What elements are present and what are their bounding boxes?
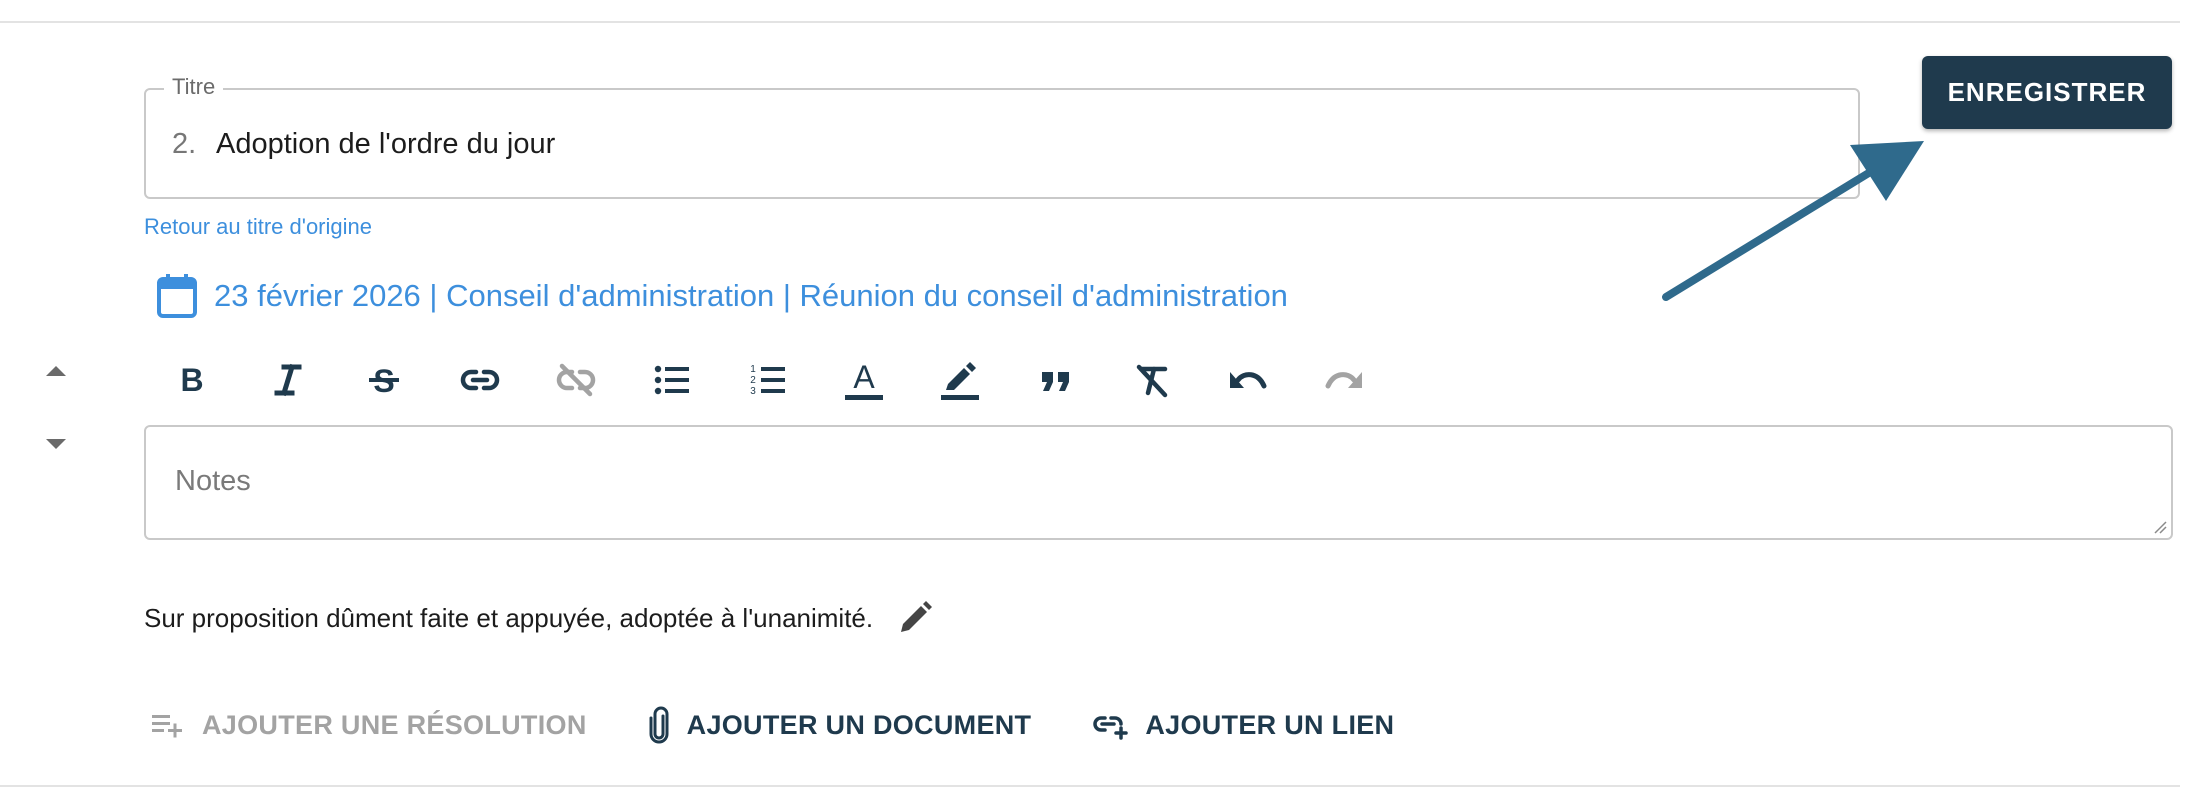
- redo-icon[interactable]: [1316, 355, 1372, 405]
- add-document-button[interactable]: AJOUTER UN DOCUMENT: [647, 706, 1032, 744]
- strikethrough-icon[interactable]: S: [356, 355, 412, 405]
- resolution-text: Sur proposition dûment faite et appuyée,…: [144, 602, 874, 633]
- add-link-label: AJOUTER UN LIEN: [1145, 709, 1395, 740]
- italic-icon[interactable]: [260, 355, 316, 405]
- edit-pencil-icon[interactable]: [895, 598, 935, 638]
- add-resolution-label: AJOUTER UNE RÉSOLUTION: [202, 709, 587, 740]
- numbered-list-icon[interactable]: 123: [740, 355, 796, 405]
- meeting-info[interactable]: 23 février 2026 | Conseil d'administrati…: [156, 272, 1288, 320]
- save-button[interactable]: ENREGISTRER: [1922, 56, 2172, 129]
- playlist-add-icon: [152, 715, 182, 738]
- title-input[interactable]: Adoption de l'ordre du jour: [216, 128, 555, 161]
- annotation-arrow: [1662, 141, 1924, 301]
- add-link-button[interactable]: AJOUTER UN LIEN: [1091, 710, 1394, 741]
- quote-icon[interactable]: [1028, 355, 1084, 405]
- svg-text:B: B: [180, 362, 203, 398]
- title-label: Titre: [164, 74, 224, 100]
- notes-textarea[interactable]: Notes: [144, 425, 2173, 540]
- text-color-icon[interactable]: A: [836, 355, 892, 405]
- title-number: 2.: [172, 128, 197, 160]
- add-document-label: AJOUTER UN DOCUMENT: [686, 709, 1032, 740]
- bulleted-list-icon[interactable]: [644, 355, 700, 405]
- action-bar: AJOUTER UNE RÉSOLUTION AJOUTER UN DOCUME…: [150, 700, 1454, 750]
- bottom-divider: [0, 785, 2180, 787]
- move-down-arrow-icon[interactable]: [44, 436, 68, 452]
- back-to-original-title-link[interactable]: Retour au titre d'origine: [144, 214, 372, 240]
- highlight-icon[interactable]: [932, 355, 988, 405]
- svg-text:A: A: [853, 359, 875, 395]
- meeting-info-link[interactable]: 23 février 2026 | Conseil d'administrati…: [214, 278, 1288, 314]
- unlink-icon[interactable]: [548, 355, 604, 405]
- svg-text:1: 1: [750, 364, 756, 375]
- resolution-row: Sur proposition dûment faite et appuyée,…: [144, 594, 935, 642]
- paperclip-icon: [649, 706, 669, 744]
- add-resolution-button[interactable]: AJOUTER UNE RÉSOLUTION: [150, 710, 587, 741]
- clear-format-icon[interactable]: [1124, 355, 1180, 405]
- move-up-arrow-icon[interactable]: [44, 363, 68, 379]
- calendar-icon: [156, 273, 198, 319]
- top-divider: [0, 21, 2180, 23]
- svg-text:3: 3: [750, 386, 756, 397]
- notes-placeholder: Notes: [175, 465, 251, 497]
- add-link-icon: [1093, 716, 1129, 740]
- editor-toolbar: B S 123 A: [164, 355, 1412, 405]
- bold-icon[interactable]: B: [164, 355, 220, 405]
- title-field[interactable]: Titre 2. Adoption de l'ordre du jour: [144, 74, 1860, 199]
- resize-handle-icon[interactable]: [2153, 520, 2167, 534]
- link-icon[interactable]: [452, 355, 508, 405]
- undo-icon[interactable]: [1220, 355, 1276, 405]
- svg-text:2: 2: [750, 375, 756, 386]
